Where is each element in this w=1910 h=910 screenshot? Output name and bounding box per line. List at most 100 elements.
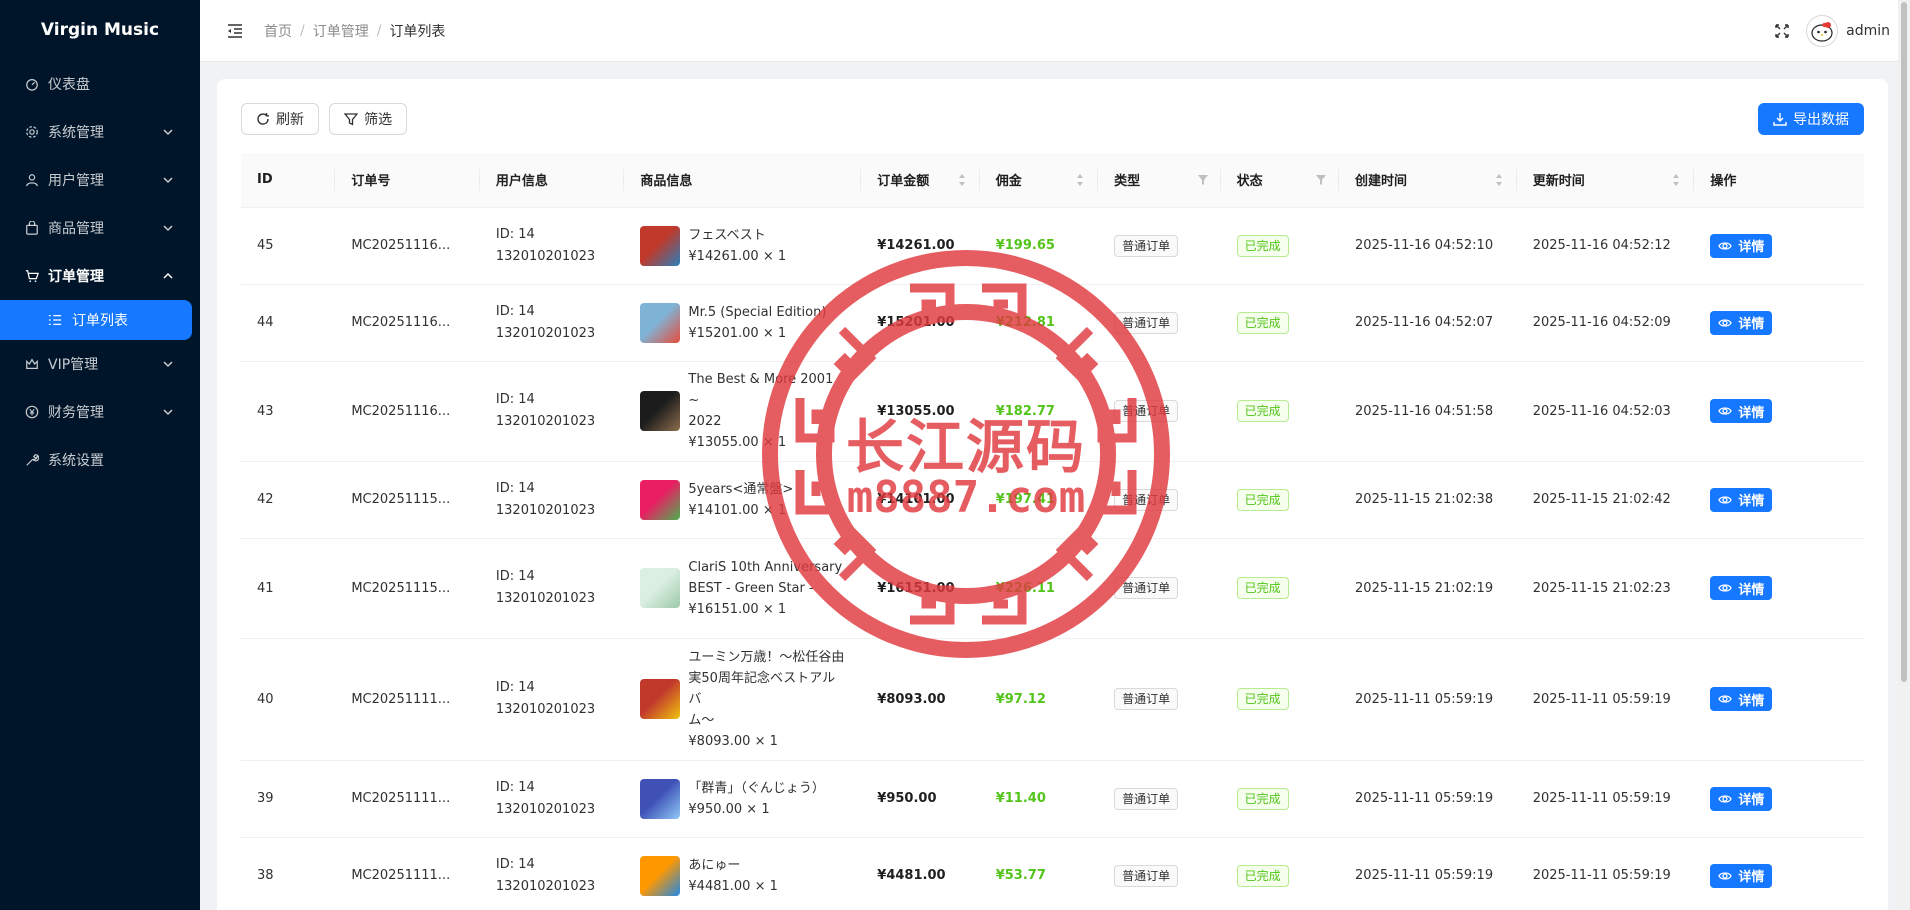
cart-icon (24, 268, 40, 284)
cell-updated: 2025-11-11 05:59:19 (1516, 638, 1695, 761)
cell-order-no: MC20251111... (335, 837, 480, 910)
col-header-updated[interactable]: 更新时间 (1516, 153, 1695, 208)
order-type-tag: 普通订单 (1114, 787, 1179, 810)
product-cover-image (640, 479, 681, 520)
user-phone-line: 132010201023 (496, 323, 609, 345)
user-phone-line: 132010201023 (496, 246, 609, 268)
created-time: 2025-11-11 05:59:19 (1355, 868, 1494, 883)
refresh-button[interactable]: 刷新 (241, 103, 319, 135)
product-cover-image (640, 778, 681, 819)
detail-button[interactable]: 详情 (1710, 786, 1773, 811)
cell-updated: 2025-11-16 04:52:03 (1516, 361, 1695, 462)
sidebar-subitem-order-list[interactable]: 订单列表 (0, 300, 192, 340)
breadcrumb-separator: / (300, 22, 305, 39)
product-info: ClariS 10th Anniversary BEST - Green Star… (640, 557, 845, 620)
product-info: 5years<通常盤> ¥14101.00 × 1 (640, 479, 845, 521)
product-price-qty: ¥13055.00 × 1 (688, 435, 787, 450)
filter-icon[interactable] (1315, 174, 1327, 186)
product-price-qty: ¥8093.00 × 1 (688, 733, 778, 749)
download-icon (1773, 112, 1787, 126)
user-icon (24, 172, 40, 188)
product-text: ClariS 10th Anniversary BEST - Green Star… (688, 557, 842, 620)
cell-status: 已完成 (1220, 207, 1340, 285)
avatar[interactable] (1806, 15, 1839, 47)
table-row: 39 MC20251111... ID: 14 132010201023 「群青」（ぐん… (241, 760, 1864, 838)
sidebar-item-finance-management[interactable]: 财务管理 (0, 388, 200, 436)
cell-product-info: 「群青」（ぐんじょう） ¥950.00 × 1 (624, 760, 862, 838)
cell-product-info: あにゅー ¥4481.00 × 1 (624, 837, 862, 910)
sidebar-item-product-management[interactable]: 商品管理 (0, 204, 200, 252)
product-cover-image (640, 302, 681, 343)
breadcrumb-order-management[interactable]: 订单管理 (313, 21, 369, 41)
col-header-created[interactable]: 创建时间 (1339, 153, 1517, 208)
detail-button[interactable]: 详情 (1710, 863, 1773, 888)
cell-amount: ¥950.00 (861, 760, 980, 838)
detail-button[interactable]: 详情 (1710, 576, 1773, 600)
order-id: 39 (257, 791, 274, 806)
detail-button[interactable]: 详情 (1710, 687, 1773, 711)
sidebar-item-user-management[interactable]: 用户管理 (0, 156, 200, 204)
username[interactable]: admin (1846, 23, 1890, 39)
sort-icon[interactable] (1495, 173, 1503, 187)
sidebar-item-system-settings[interactable]: 系统设置 (0, 436, 200, 484)
sort-icon[interactable] (958, 173, 966, 187)
detail-label: 详情 (1738, 693, 1765, 709)
col-header-status[interactable]: 状态 (1220, 153, 1340, 208)
gear-icon (24, 124, 40, 140)
sort-icon[interactable] (1076, 173, 1084, 187)
sidebar-item-label: 订单管理 (48, 269, 104, 285)
cell-actions: 详情 (1694, 361, 1864, 462)
export-data-button[interactable]: 导出数据 (1758, 103, 1864, 135)
eye-icon (1718, 404, 1733, 418)
col-header-label: 订单金额 (877, 174, 930, 190)
user-id: ID: 14 (495, 226, 535, 242)
sidebar-item-system-management[interactable]: 系统管理 (0, 108, 200, 156)
cell-id: 42 (241, 461, 336, 539)
col-header-label: 类型 (1114, 174, 1141, 190)
filter-button[interactable]: 筛选 (329, 103, 408, 135)
table-row: 43 MC20251116... ID: 14 132010201023 The Bes… (241, 361, 1864, 462)
eye-icon (1718, 316, 1733, 330)
cell-commission: ¥11.40 (979, 760, 1099, 838)
cell-id: 45 (241, 207, 336, 285)
updated-time: 2025-11-15 21:02:42 (1532, 492, 1671, 507)
cell-user-info: ID: 14 132010201023 (479, 361, 625, 462)
user-id: ID: 14 (495, 303, 535, 319)
cell-id: 43 (241, 361, 336, 462)
detail-button[interactable]: 详情 (1710, 233, 1773, 258)
sidebar-item-dashboard[interactable]: 仪表盘 (0, 60, 200, 108)
col-header-type[interactable]: 类型 (1098, 153, 1221, 208)
detail-button[interactable]: 详情 (1710, 487, 1773, 512)
user-phone: 132010201023 (495, 502, 596, 518)
updated-time: 2025-11-11 05:59:19 (1532, 691, 1671, 707)
created-time: 2025-11-15 21:02:38 (1355, 492, 1494, 507)
detail-button[interactable]: 详情 (1710, 399, 1773, 423)
col-header-label: 订单号 (351, 174, 391, 190)
detail-button[interactable]: 详情 (1710, 310, 1773, 335)
sidebar-item-vip-management[interactable]: VIP管理 (0, 340, 200, 388)
menu-fold-icon[interactable] (226, 22, 244, 40)
sidebar-item-order-management[interactable]: 订单管理 (0, 252, 200, 300)
fullscreen-icon[interactable] (1774, 23, 1790, 39)
order-number: MC20251115... (351, 580, 451, 596)
table-row: 38 MC20251111... ID: 14 132010201023 あにゅー ¥44… (241, 837, 1864, 910)
sort-icon[interactable] (1672, 173, 1680, 187)
table-row: 42 MC20251115... ID: 14 132010201023 5years<… (241, 461, 1864, 539)
cell-type: 普通订单 (1098, 760, 1221, 838)
table-row: 40 MC20251111... ID: 14 132010201023 ユーミン万歳！… (241, 638, 1864, 761)
col-header-amount[interactable]: 订单金额 (861, 153, 980, 208)
user-phone: 132010201023 (495, 702, 596, 717)
detail-label: 详情 (1738, 405, 1765, 421)
filter-icon[interactable] (1197, 174, 1209, 186)
commission-amount: ¥53.77 (995, 868, 1046, 883)
breadcrumb-home[interactable]: 首页 (264, 21, 292, 41)
user-info: ID: 14 132010201023 (496, 677, 609, 721)
scrollbar-thumb[interactable] (1901, 2, 1907, 682)
user-id: ID: 14 (495, 856, 535, 872)
order-amount: ¥950.00 (877, 791, 937, 806)
col-header-label: 佣金 (995, 174, 1022, 190)
cell-created: 2025-11-16 04:52:07 (1339, 284, 1517, 362)
user-phone: 132010201023 (495, 591, 596, 606)
page-scrollbar[interactable] (1898, 0, 1910, 910)
col-header-commission[interactable]: 佣金 (979, 153, 1099, 208)
